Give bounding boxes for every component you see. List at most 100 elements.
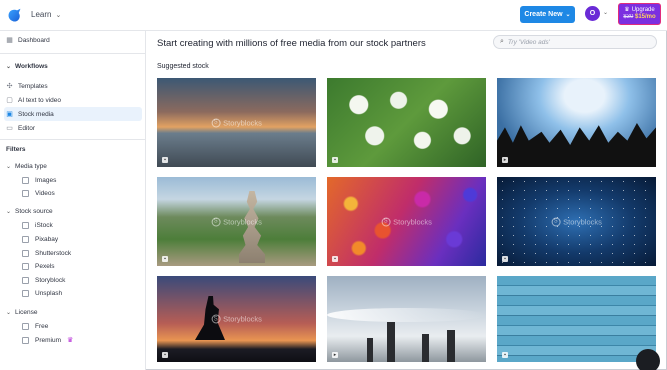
checkbox-box[interactable] (22, 177, 29, 184)
sidebar-item-stock-media[interactable]: ▣ Stock media (6, 110, 54, 119)
stock-tile-stacked-stones[interactable]: S Storyblocks ▪ (157, 177, 316, 266)
image-type-icon: ▪ (502, 352, 508, 358)
watermark-text: Storyblocks (563, 217, 602, 226)
sidebar-item-label: Stock media (18, 110, 54, 118)
checkbox-box[interactable] (22, 323, 29, 330)
stock-tile-factory-smoke[interactable]: ▸ (327, 276, 486, 362)
divider (0, 53, 146, 54)
sidebar-item-editor[interactable]: ▭ Editor (6, 124, 35, 133)
storyblocks-watermark: S Storyblocks (211, 118, 262, 127)
watermark-text: Storyblocks (223, 118, 262, 127)
stock-tile-colorful-bokeh[interactable]: S Storyblocks ▪ (327, 177, 486, 266)
storyblocks-logo-icon: S (211, 217, 221, 226)
sidebar-item-label: AI text to video (18, 96, 61, 104)
checkbox-box[interactable] (22, 290, 29, 297)
checkbox-box[interactable] (22, 250, 29, 257)
filter-label: Free (35, 323, 49, 330)
chevron-down-icon[interactable]: ⌄ (603, 9, 608, 16)
filter-shutterstock-checkbox[interactable]: Shutterstock (22, 250, 71, 257)
image-type-icon: ▪ (162, 157, 168, 163)
sidebar-item-ai-text-to-video[interactable]: ▢ AI text to video (6, 96, 61, 105)
editor-icon: ▭ (6, 125, 13, 132)
chat-support-button[interactable] (636, 349, 660, 370)
image-type-icon: ▪ (162, 352, 168, 358)
sidebar-item-dashboard[interactable]: ▦ Dashboard (6, 37, 50, 44)
filter-label: Storyblock (35, 277, 66, 284)
checkbox-box[interactable] (22, 222, 29, 229)
watermark-text: Storyblocks (223, 217, 262, 226)
crowd-silhouette (497, 123, 656, 167)
templates-icon: ✣ (6, 83, 13, 90)
filter-label: Unsplash (35, 290, 63, 297)
video-type-icon: ▸ (332, 352, 338, 358)
filter-label: Premium (35, 336, 62, 344)
storyblocks-watermark: S Storyblocks (551, 217, 602, 226)
avatar-letter: O (589, 10, 596, 17)
upgrade-label: Upgrade (631, 6, 655, 13)
image-type-icon: ▪ (162, 256, 168, 262)
storyblocks-logo-icon: S (211, 314, 221, 324)
app-logo-icon[interactable] (6, 7, 23, 24)
filter-premium-checkbox[interactable]: Premium ♛ (22, 336, 73, 344)
filter-label: Shutterstock (35, 250, 72, 257)
create-new-button[interactable]: Create New ⌄ (520, 6, 575, 23)
license-header[interactable]: ⌄ License (6, 309, 37, 316)
stone-stack (239, 191, 265, 263)
learn-menu[interactable]: Learn ⌄ (31, 10, 61, 19)
upgrade-old-price: $30 (623, 14, 634, 20)
video-type-icon: ▸ (502, 157, 508, 163)
avatar[interactable]: O (585, 6, 600, 21)
checkbox-box[interactable] (22, 236, 29, 243)
filter-free-checkbox[interactable]: Free (22, 323, 48, 330)
search-box[interactable]: ⌕ (493, 35, 657, 49)
storyblocks-logo-icon: S (211, 118, 221, 127)
filter-label: Videos (35, 190, 55, 197)
sidebar-item-templates[interactable]: ✣ Templates (6, 82, 48, 91)
dashboard-icon: ▦ (6, 37, 13, 44)
page-title: Start creating with millions of free med… (157, 38, 426, 49)
stock-source-title: Stock source (15, 208, 53, 215)
stock-tile-silhouette-sunset[interactable]: S Storyblocks ▪ (157, 276, 316, 362)
storyblocks-logo-icon: S (381, 217, 391, 226)
ai-video-icon: ▢ (6, 97, 13, 104)
search-input[interactable] (507, 38, 648, 46)
stock-source-header[interactable]: ⌄ Stock source (6, 208, 53, 215)
filter-label: Pixabay (35, 236, 59, 243)
filter-storyblock-checkbox[interactable]: Storyblock (22, 277, 65, 284)
smoke-plume (327, 308, 486, 322)
suggested-stock-title: Suggested stock (157, 63, 209, 70)
top-bar: Learn ⌄ Create New ⌄ O ⌄ ♛ Upgrade $30 $1… (0, 0, 667, 31)
crown-icon: ♛ (67, 337, 74, 344)
stock-tile-lake-sunset[interactable]: S Storyblocks ▪ (157, 78, 316, 167)
filter-videos-checkbox[interactable]: Videos (22, 190, 55, 197)
stock-tile-starry-space[interactable]: S Storyblocks ▪ (497, 177, 656, 266)
sidebar-item-label: Editor (18, 124, 35, 132)
stock-tile-concert-crowd[interactable]: ▸ (497, 78, 656, 167)
watermark-text: Storyblocks (223, 314, 262, 324)
storyblocks-watermark: S Storyblocks (211, 314, 262, 324)
image-type-icon: ▪ (502, 256, 508, 262)
image-type-icon: ▪ (332, 256, 338, 262)
filter-istock-checkbox[interactable]: iStock (22, 222, 53, 229)
learn-label: Learn (31, 10, 52, 19)
checkbox-box[interactable] (22, 263, 29, 270)
media-type-header[interactable]: ⌄ Media type (6, 163, 47, 170)
checkbox-box[interactable] (22, 277, 29, 284)
image-type-icon: ▪ (332, 157, 338, 163)
filter-pixabay-checkbox[interactable]: Pixabay (22, 236, 58, 243)
filter-images-checkbox[interactable]: Images (22, 177, 56, 184)
factory-stacks (367, 322, 467, 362)
checkbox-box[interactable] (22, 190, 29, 197)
filter-pexels-checkbox[interactable]: Pexels (22, 263, 55, 270)
upgrade-button[interactable]: ♛ Upgrade $30 $15/mo (618, 3, 661, 25)
workflows-header[interactable]: ⌄ Workflows (6, 63, 48, 70)
divider (0, 139, 146, 140)
filter-label: iStock (35, 222, 53, 229)
stock-tile-blue-wood-planks[interactable]: ▪ (497, 276, 656, 362)
search-icon: ⌕ (500, 38, 504, 45)
stock-tile-white-flowers[interactable]: ▪ (327, 78, 486, 167)
filter-unsplash-checkbox[interactable]: Unsplash (22, 290, 62, 297)
storyblocks-watermark: S Storyblocks (381, 217, 432, 226)
stock-media-icon: ▣ (6, 111, 13, 118)
checkbox-box[interactable] (22, 336, 29, 344)
